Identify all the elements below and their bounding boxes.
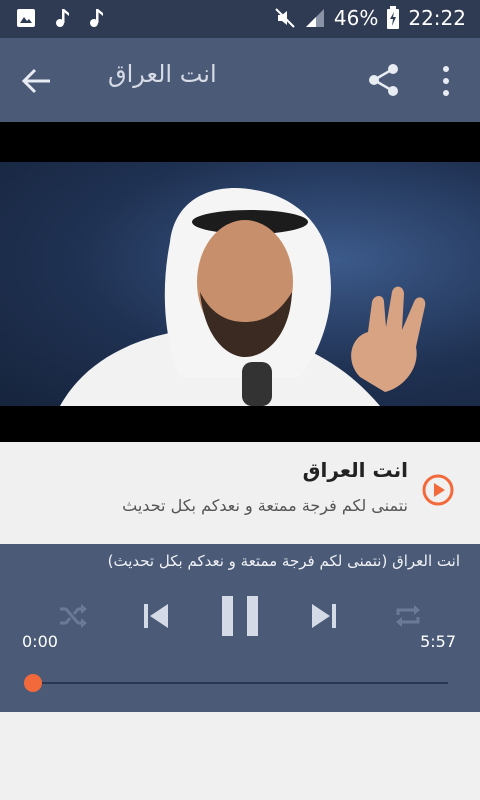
skip-previous-icon <box>144 604 168 628</box>
song-info: انت العراق نتمنى لكم فرجة ممتعة و نعدكم … <box>0 442 480 544</box>
empty-area <box>0 712 480 800</box>
page-title: انت العراق <box>108 60 217 88</box>
more-vert-icon[interactable] <box>436 64 456 98</box>
time-current: 0:00 <box>22 632 58 651</box>
signal-icon <box>305 9 324 27</box>
time-total: 5:57 <box>420 632 456 651</box>
image-icon <box>17 9 35 27</box>
seek-bar[interactable] <box>32 682 448 684</box>
arrow-back-icon[interactable] <box>20 64 54 98</box>
seek-bar-thumb[interactable] <box>24 674 42 692</box>
skip-next-icon <box>312 604 336 628</box>
status-time: 22:22 <box>408 6 466 30</box>
shuffle-button[interactable] <box>52 594 92 638</box>
now-playing-text: انت العراق (نتمنى لكم فرجة ممتعة و نعدكم… <box>107 552 460 570</box>
player-controls: انت العراق (نتمنى لكم فرجة ممتعة و نعدكم… <box>0 544 480 712</box>
pause-icon <box>222 596 258 636</box>
shuffle-icon <box>60 604 87 628</box>
video-player[interactable] <box>0 122 480 442</box>
song-description: نتمنى لكم فرجة ممتعة و نعدكم بكل تحديث <box>122 496 408 515</box>
music-note-icon <box>56 9 69 27</box>
song-title: انت العراق <box>302 458 408 482</box>
status-bar: 46% 22:22 <box>0 0 480 38</box>
app-toolbar: انت العراق <box>0 38 480 122</box>
repeat-icon <box>396 605 420 627</box>
play-circle-icon[interactable] <box>420 472 456 508</box>
battery-charging-icon <box>387 6 400 29</box>
pause-button[interactable] <box>220 594 260 638</box>
battery-percent: 46% <box>333 6 379 30</box>
share-icon[interactable] <box>366 62 402 98</box>
music-note-icon <box>90 9 103 27</box>
video-frame <box>0 162 480 406</box>
next-button[interactable] <box>304 594 344 638</box>
mute-icon <box>275 8 295 28</box>
previous-button[interactable] <box>136 594 176 638</box>
singer-image <box>60 187 426 406</box>
